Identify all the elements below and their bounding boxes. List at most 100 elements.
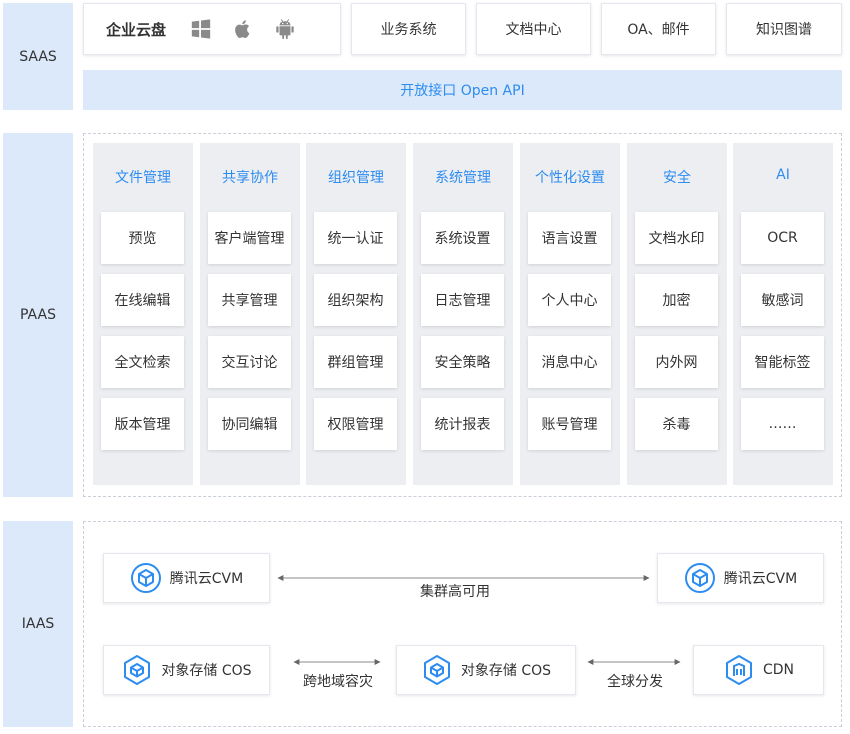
paas-column-title: 个性化设置 xyxy=(535,170,605,186)
paas-module-label: 内外网 xyxy=(655,355,698,371)
paas-module-label: 交互讨论 xyxy=(221,355,278,371)
paas-module-label: 全文检索 xyxy=(114,355,171,371)
paas-column: 文件管理预览在线编辑全文检索版本管理 xyxy=(93,143,193,485)
paas-module[interactable]: 加密 xyxy=(635,274,718,326)
paas-module-label: 协同编辑 xyxy=(221,417,278,433)
paas-module-label: 在线编辑 xyxy=(114,293,171,309)
paas-module-label: …… xyxy=(768,416,797,432)
paas-column: 共享协作客户端管理共享管理交互讨论协同编辑 xyxy=(200,143,300,485)
paas-module[interactable]: 内外网 xyxy=(635,336,718,388)
cdn-icon xyxy=(723,654,755,686)
paas-module[interactable]: 统一认证 xyxy=(314,212,397,264)
cloud-disk-label: 企业云盘 xyxy=(106,20,167,39)
layer-label-paas: PAAS xyxy=(3,133,73,497)
paas-module-label: 账号管理 xyxy=(541,417,598,433)
paas-module[interactable]: 文档水印 xyxy=(635,212,718,264)
paas-module[interactable]: 统计报表 xyxy=(421,398,504,450)
ha-label: 集群高可用 xyxy=(420,584,490,600)
layer-label-iaas: IAAS xyxy=(3,521,73,727)
paas-module-label: 统一认证 xyxy=(327,231,384,247)
paas-module[interactable]: 协同编辑 xyxy=(208,398,291,450)
business-system-card[interactable]: 业务系统 xyxy=(351,3,466,55)
paas-column-title: 安全 xyxy=(663,170,691,186)
cross-region-arrow xyxy=(293,659,381,665)
paas-module-label: 组织架构 xyxy=(327,293,384,309)
cvm-left-label: 腾讯云CVM xyxy=(169,571,244,587)
paas-module[interactable]: 敏感词 xyxy=(741,274,824,326)
paas-module[interactable]: 客户端管理 xyxy=(208,212,291,264)
paas-module-label: 消息中心 xyxy=(541,355,598,371)
global-dist-arrow xyxy=(587,659,681,665)
paas-module[interactable]: 消息中心 xyxy=(528,336,611,388)
paas-module[interactable]: 交互讨论 xyxy=(208,336,291,388)
paas-module-label: 共享管理 xyxy=(221,293,278,309)
paas-column: 个性化设置语言设置个人中心消息中心账号管理 xyxy=(520,143,620,485)
oa-mail-label: OA、邮件 xyxy=(627,22,690,38)
cvm-right-card[interactable]: 腾讯云CVM xyxy=(657,553,824,603)
cross-region-label: 跨地域容灾 xyxy=(303,674,373,690)
cos-left-card[interactable]: 对象存储 COS xyxy=(103,645,270,695)
android-icon xyxy=(276,19,294,40)
paas-column: 系统管理 系统设置 日志管理 安全策略 统计报表 xyxy=(413,143,513,485)
paas-module[interactable]: 版本管理 xyxy=(101,398,184,450)
paas-module[interactable]: 预览 xyxy=(101,212,184,264)
paas-module[interactable]: 在线编辑 xyxy=(101,274,184,326)
paas-module-label: 安全策略 xyxy=(434,355,491,371)
paas-module[interactable]: 全文检索 xyxy=(101,336,184,388)
cdn-card[interactable]: CDN xyxy=(693,645,824,695)
paas-column-title: 组织管理 xyxy=(328,170,384,186)
cdn-label: CDN xyxy=(762,662,795,678)
paas-module[interactable]: 智能标签 xyxy=(741,336,824,388)
paas-module[interactable]: 语言设置 xyxy=(528,212,611,264)
cloud-disk-card[interactable]: 企业云盘 xyxy=(83,3,341,55)
paas-module[interactable]: 日志管理 xyxy=(421,274,504,326)
paas-module-label: 系统设置 xyxy=(434,231,491,247)
open-api-bar[interactable]: 开放接口 Open API xyxy=(83,70,842,110)
paas-module[interactable]: …… xyxy=(741,398,824,450)
cos-mid-label: 对象存储 COS xyxy=(460,663,552,679)
layer-label-text: SAAS xyxy=(19,48,57,65)
paas-module[interactable]: 群组管理 xyxy=(314,336,397,388)
paas-module-label: 版本管理 xyxy=(114,417,171,433)
paas-module-label: 杀毒 xyxy=(662,417,691,433)
windows-icon xyxy=(191,19,211,39)
cvm-icon xyxy=(684,562,716,594)
cos-mid-card[interactable]: 对象存储 COS xyxy=(396,645,576,695)
paas-module[interactable]: 杀毒 xyxy=(635,398,718,450)
cos-icon xyxy=(121,654,153,686)
paas-module-label: 权限管理 xyxy=(327,417,384,433)
paas-module-label: 预览 xyxy=(128,231,157,247)
paas-column-title: 文件管理 xyxy=(115,170,171,186)
paas-module[interactable]: 组织架构 xyxy=(314,274,397,326)
paas-module[interactable]: 账号管理 xyxy=(528,398,611,450)
paas-module[interactable]: 安全策略 xyxy=(421,336,504,388)
layer-label-text: IAAS xyxy=(21,616,55,632)
cos-left-label: 对象存储 COS xyxy=(161,663,252,679)
doc-center-label: 文档中心 xyxy=(505,22,562,38)
cos-icon xyxy=(421,654,453,686)
knowledge-graph-card[interactable]: 知识图谱 xyxy=(726,3,842,55)
paas-module-label: 日志管理 xyxy=(434,293,491,309)
paas-module-label: 加密 xyxy=(662,293,691,309)
oa-mail-card[interactable]: OA、邮件 xyxy=(601,3,716,55)
paas-module-label: 智能标签 xyxy=(754,355,811,371)
cvm-left-card[interactable]: 腾讯云CVM xyxy=(103,553,270,603)
paas-module-label: 敏感词 xyxy=(761,293,804,309)
paas-module[interactable]: 权限管理 xyxy=(314,398,397,450)
cvm-right-label: 腾讯云CVM xyxy=(723,571,798,587)
paas-module-label: 文档水印 xyxy=(648,231,705,247)
paas-module[interactable]: 共享管理 xyxy=(208,274,291,326)
knowledge-graph-label: 知识图谱 xyxy=(756,22,812,38)
paas-module[interactable]: 个人中心 xyxy=(528,274,611,326)
paas-module-label: OCR xyxy=(767,230,798,246)
cvm-icon xyxy=(130,562,162,594)
paas-column-title: 共享协作 xyxy=(222,170,278,186)
paas-module[interactable]: 系统设置 xyxy=(421,212,504,264)
paas-column: AI OCR 敏感词 智能标签 …… xyxy=(733,143,833,485)
paas-module[interactable]: OCR xyxy=(741,212,824,264)
layer-label-text: PAAS xyxy=(20,307,56,323)
paas-module-label: 个人中心 xyxy=(541,293,598,309)
global-dist-label: 全球分发 xyxy=(607,674,663,690)
doc-center-card[interactable]: 文档中心 xyxy=(476,3,591,55)
paas-module-label: 语言设置 xyxy=(541,231,598,247)
